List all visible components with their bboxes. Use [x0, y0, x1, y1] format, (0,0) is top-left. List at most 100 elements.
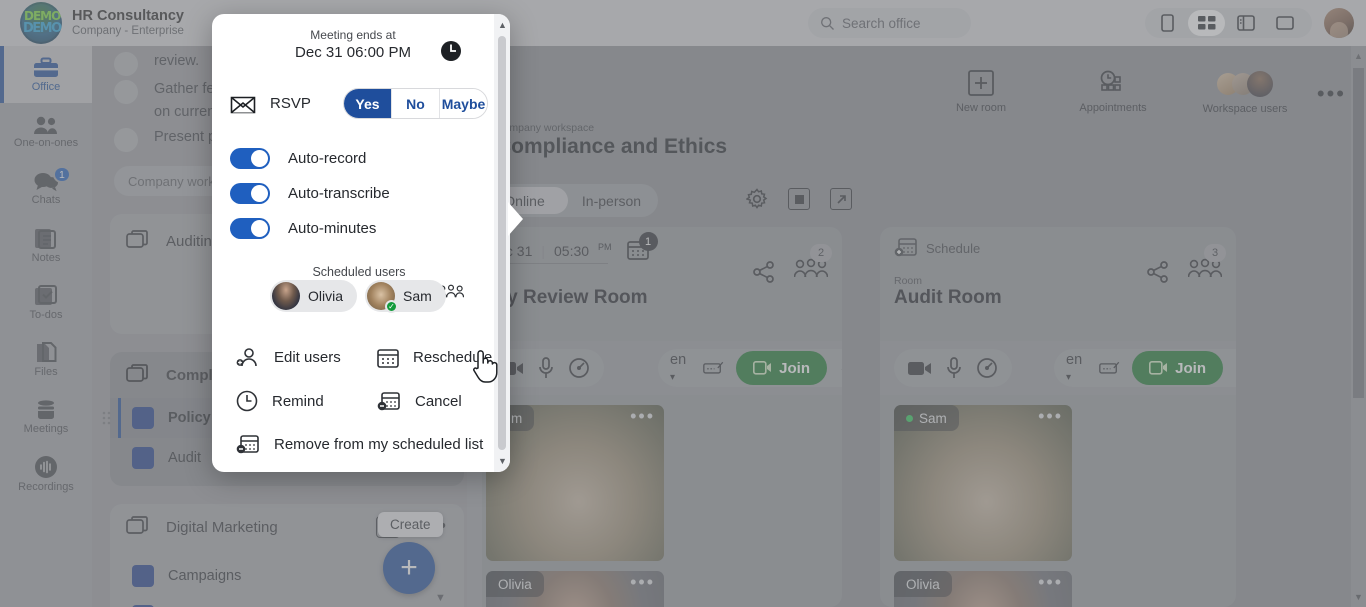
workspace-actions: New room Appointments [935, 70, 1291, 115]
participant-more-button[interactable]: ••• [1038, 411, 1063, 421]
room-controls: en ▾ Join ⌄ [880, 341, 1236, 395]
gear-icon[interactable] [746, 188, 768, 210]
scroll-down-caret[interactable]: ▼ [1354, 592, 1363, 602]
sidebar-item-one-on-ones[interactable]: One-on-ones [0, 103, 92, 160]
popover-scrollbar[interactable]: ▲ ▼ [494, 14, 510, 472]
menu-item-edit-users[interactable]: Edit users [212, 336, 353, 379]
workspace-more-button[interactable]: ••• [1317, 90, 1346, 98]
workspace-users-button[interactable]: Workspace users [1199, 70, 1291, 115]
microphone-icon[interactable] [946, 357, 962, 379]
settings-dial-icon[interactable] [568, 357, 590, 379]
participant-more-button[interactable]: ••• [1038, 577, 1063, 587]
scroll-up-caret[interactable]: ▲ [1354, 51, 1363, 61]
room-time: 05:30 [554, 243, 589, 259]
grid-view-icon [1198, 15, 1216, 31]
create-button[interactable]: + [383, 542, 435, 594]
settings-dial-icon[interactable] [976, 357, 998, 379]
auto-record-toggle[interactable] [230, 148, 270, 169]
tab-in-person-label: In-person [582, 193, 641, 209]
folder-stack-icon [126, 516, 154, 538]
popout-icon[interactable] [830, 188, 852, 210]
participant-more-button[interactable]: ••• [630, 411, 655, 421]
participant-tile[interactable]: Olivia ••• [486, 571, 664, 607]
meeting-options-popover: Meeting ends at Dec 31 06:00 PM RSVP Yes… [212, 14, 510, 472]
scheduled-user-chip[interactable]: Olivia [270, 280, 357, 312]
participant-name: m [511, 411, 522, 426]
toggle-row-auto-record[interactable]: Auto-record [230, 148, 390, 169]
pip-icon[interactable] [788, 188, 810, 210]
language-select[interactable]: en ▾ [670, 352, 691, 384]
auto-transcribe-toggle[interactable] [230, 183, 270, 204]
popover-scroll-up-caret[interactable]: ▲ [498, 20, 507, 30]
auto-minutes-toggle[interactable] [230, 218, 270, 239]
room-schedule-button[interactable]: Schedule [894, 237, 980, 259]
calendar-icon[interactable]: 1 [627, 239, 649, 263]
join-button[interactable]: Join [1132, 351, 1223, 385]
auto-minutes-label: Auto-minutes [288, 220, 376, 237]
camera-icon[interactable] [908, 360, 932, 377]
view-split-button[interactable] [1227, 10, 1264, 36]
sidebar-item-recordings-label: Recordings [18, 481, 74, 493]
calendar-count-badge: 1 [639, 232, 658, 251]
participant-tile[interactable]: Olivia ••• [894, 571, 1072, 607]
view-grid-button[interactable] [1188, 10, 1225, 36]
rsvp-yes-button[interactable]: Yes [344, 89, 392, 118]
share-icon[interactable] [1146, 261, 1170, 283]
recordings-icon [34, 455, 58, 479]
todo-checkbox[interactable] [114, 52, 138, 76]
popover-scroll-down-caret[interactable]: ▼ [498, 456, 507, 466]
participant-tile[interactable]: Sam ••• [894, 405, 1072, 561]
list-item[interactable]: Content marketing [110, 596, 464, 607]
menu-item-remove-from-list[interactable]: Remove from my scheduled list [212, 423, 494, 466]
room-schedule-time[interactable]: Dec 31 | 05:30 PM 1 [488, 239, 649, 263]
view-mobile-button[interactable] [1149, 10, 1186, 36]
join-options-chevron-icon[interactable]: ⌄ [1235, 360, 1236, 376]
workspace-scrollbar[interactable]: ▲ ▼ [1351, 46, 1366, 607]
chats-unread-badge: 1 [53, 166, 71, 183]
user-avatar[interactable] [1324, 8, 1354, 38]
scheduled-user-chip[interactable]: ✓ Sam [365, 280, 446, 312]
todo-checkbox[interactable] [114, 80, 138, 104]
microphone-icon[interactable] [538, 357, 554, 379]
sidebar-item-notes[interactable]: Notes [0, 217, 92, 274]
room-participants[interactable]: 2 [794, 258, 828, 285]
participant-tile[interactable]: m ••• [486, 405, 664, 561]
sidebar-item-recordings[interactable]: Recordings [0, 445, 92, 502]
sidebar-item-todos[interactable]: To-dos [0, 274, 92, 331]
accepted-check-icon: ✓ [385, 300, 398, 313]
whiteboard-icon[interactable] [1099, 359, 1120, 377]
share-icon[interactable] [752, 261, 776, 283]
toggle-row-auto-transcribe[interactable]: Auto-transcribe [230, 183, 390, 204]
menu-item-remind[interactable]: Remind [212, 379, 353, 423]
rsvp-maybe-button[interactable]: Maybe [440, 89, 487, 118]
left-scroll-down-caret[interactable]: ▼ [435, 592, 446, 604]
language-select[interactable]: en ▾ [1066, 352, 1087, 384]
sidebar-item-files[interactable]: Files [0, 331, 92, 388]
join-button[interactable]: Join [736, 351, 827, 385]
new-room-button[interactable]: New room [935, 70, 1027, 114]
toggle-row-auto-minutes[interactable]: Auto-minutes [230, 218, 390, 239]
folder-stack-icon [126, 230, 154, 252]
sidebar-item-chats[interactable]: 1 Chats [0, 160, 92, 217]
join-camera-icon [753, 361, 772, 375]
workspace-users-label: Workspace users [1203, 103, 1288, 115]
join-options-chevron-icon[interactable]: ⌄ [839, 360, 842, 376]
sidebar-item-meetings[interactable]: Meetings [0, 388, 92, 445]
rsvp-no-button[interactable]: No [392, 89, 440, 118]
participant-more-button[interactable]: ••• [630, 577, 655, 587]
brand-subtitle: Company - Enterprise [72, 24, 184, 39]
workspace-group-name: Digital Marketing [166, 519, 278, 536]
scrollbar-thumb[interactable] [1353, 68, 1364, 398]
app-root: DEMO DEMO HR Consultancy Company - Enter… [0, 0, 1366, 607]
drag-handle-icon[interactable] [102, 411, 112, 425]
tab-in-person[interactable]: In-person [568, 187, 655, 214]
view-single-button[interactable] [1266, 10, 1303, 36]
todo-checkbox[interactable] [114, 128, 138, 152]
whiteboard-icon[interactable] [703, 359, 724, 377]
search-input[interactable]: Search office [808, 8, 971, 38]
folder-stack-icon [126, 364, 154, 386]
sidebar-item-office-label: Office [32, 81, 61, 93]
sidebar-item-office[interactable]: Office [0, 46, 92, 103]
room-participants[interactable]: 3 [1188, 258, 1222, 285]
appointments-button[interactable]: Appointments [1067, 70, 1159, 114]
